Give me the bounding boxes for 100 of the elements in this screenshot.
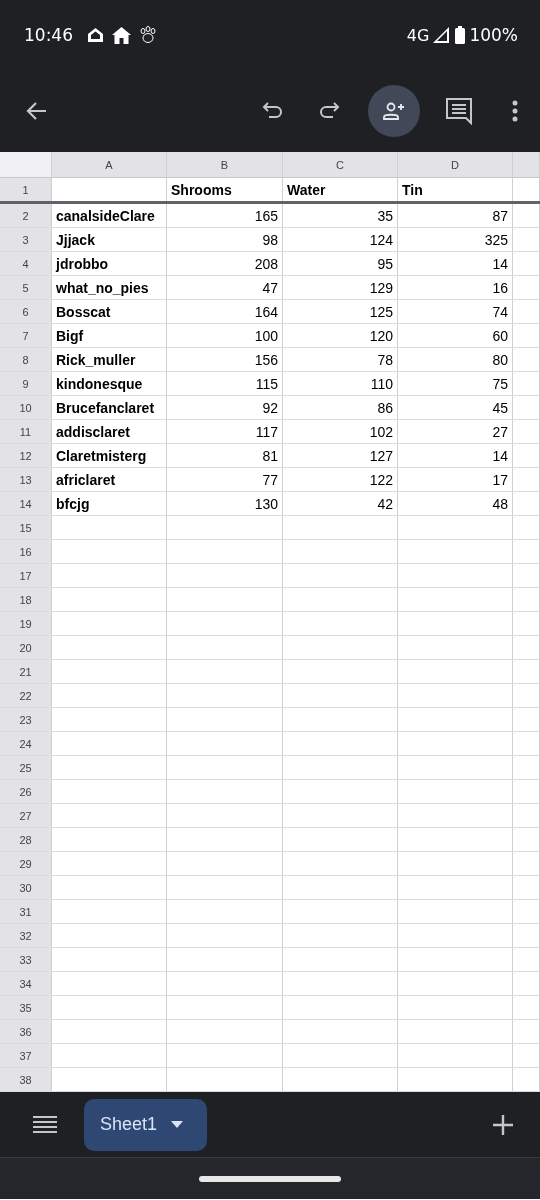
table-cell: Bigf: [52, 324, 167, 347]
row-header[interactable]: 33: [0, 948, 52, 971]
table-cell: 78: [283, 348, 398, 371]
row-header[interactable]: 10: [0, 396, 52, 419]
table-cell: 117: [167, 420, 283, 443]
row-header[interactable]: 17: [0, 564, 52, 587]
plus-icon: [492, 1113, 514, 1136]
battery-icon: [455, 26, 466, 44]
row-header[interactable]: 6: [0, 300, 52, 323]
table-cell: 48: [398, 492, 513, 515]
list-icon: [33, 1114, 57, 1135]
table-cell: kindonesque: [52, 372, 167, 395]
table-cell: Shrooms: [167, 178, 283, 201]
row-header[interactable]: 32: [0, 924, 52, 947]
row-header[interactable]: 13: [0, 468, 52, 491]
table-cell: 35: [283, 204, 398, 227]
row-header[interactable]: 15: [0, 516, 52, 539]
row-header[interactable]: 3: [0, 228, 52, 251]
table-cell: 165: [167, 204, 283, 227]
table-cell: jdrobbo: [52, 252, 167, 275]
row-header[interactable]: 31: [0, 900, 52, 923]
network-label: 4G: [406, 25, 430, 45]
row-header[interactable]: 12: [0, 444, 52, 467]
row-header[interactable]: 34: [0, 972, 52, 995]
table-cell: 125: [283, 300, 398, 323]
table-cell: Rick_muller: [52, 348, 167, 371]
table-cell: 14: [398, 444, 513, 467]
table-cell: 120: [283, 324, 398, 347]
add-person-icon: [382, 101, 406, 121]
column-header[interactable]: C: [283, 152, 398, 177]
table-cell: 129: [283, 276, 398, 299]
row-header[interactable]: 38: [0, 1068, 52, 1091]
row-header[interactable]: 22: [0, 684, 52, 707]
table-cell: Water: [283, 178, 398, 201]
row-header[interactable]: 26: [0, 780, 52, 803]
table-cell: 87: [398, 204, 513, 227]
row-header[interactable]: 16: [0, 540, 52, 563]
table-cell: 75: [398, 372, 513, 395]
row-header[interactable]: 29: [0, 852, 52, 875]
row-header[interactable]: 18: [0, 588, 52, 611]
row-header[interactable]: 23: [0, 708, 52, 731]
table-cell: bfcjg: [52, 492, 167, 515]
table-cell: 110: [283, 372, 398, 395]
row-header[interactable]: 35: [0, 996, 52, 1019]
table-cell: 42: [283, 492, 398, 515]
row-header[interactable]: 2: [0, 204, 52, 227]
table-cell: 27: [398, 420, 513, 443]
row-header[interactable]: 9: [0, 372, 52, 395]
table-cell: 45: [398, 396, 513, 419]
row-header[interactable]: 1: [0, 178, 52, 201]
row-header[interactable]: 7: [0, 324, 52, 347]
table-cell: Jjjack: [52, 228, 167, 251]
row-header[interactable]: 8: [0, 348, 52, 371]
paw-icon: [139, 26, 157, 44]
caret-icon: [171, 1121, 184, 1128]
table-cell: 208: [167, 252, 283, 275]
table-cell: 98: [167, 228, 283, 251]
table-cell: 74: [398, 300, 513, 323]
table-cell: canalsideClare: [52, 204, 167, 227]
row-header[interactable]: 24: [0, 732, 52, 755]
table-cell: 17: [398, 468, 513, 491]
home-indicator[interactable]: [199, 1175, 341, 1182]
row-header[interactable]: 30: [0, 876, 52, 899]
sheet-tab[interactable]: Sheet1: [84, 1098, 208, 1151]
row-header[interactable]: 11: [0, 420, 52, 443]
row-header[interactable]: 4: [0, 252, 52, 275]
row-header[interactable]: 25: [0, 756, 52, 779]
table-cell: 81: [167, 444, 283, 467]
table-cell: 86: [283, 396, 398, 419]
table-cell: 124: [283, 228, 398, 251]
row-header[interactable]: 36: [0, 1020, 52, 1043]
table-cell: 115: [167, 372, 283, 395]
row-header[interactable]: 21: [0, 660, 52, 683]
table-cell: 102: [283, 420, 398, 443]
table-cell: 95: [283, 252, 398, 275]
row-header[interactable]: 37: [0, 1044, 52, 1067]
house-icon: [112, 26, 131, 44]
row-header[interactable]: 20: [0, 636, 52, 659]
table-cell: Brucefanclaret: [52, 396, 167, 419]
row-header[interactable]: 14: [0, 492, 52, 515]
row-header[interactable]: 28: [0, 828, 52, 851]
column-header[interactable]: D: [398, 152, 513, 177]
table-cell: what_no_pies: [52, 276, 167, 299]
battery-percent: 100%: [469, 25, 518, 45]
table-cell: 77: [167, 468, 283, 491]
row-header[interactable]: 5: [0, 276, 52, 299]
table-cell: 325: [398, 228, 513, 251]
table-cell: 100: [167, 324, 283, 347]
comment-icon: [445, 97, 473, 125]
row-header[interactable]: 19: [0, 612, 52, 635]
table-cell: 14: [398, 252, 513, 275]
table-cell: 47: [167, 276, 283, 299]
share-button[interactable]: [368, 85, 420, 137]
table-cell: 122: [283, 468, 398, 491]
table-cell: 60: [398, 324, 513, 347]
column-header[interactable]: A: [52, 152, 167, 177]
column-header[interactable]: B: [167, 152, 283, 177]
table-cell: africlaret: [52, 468, 167, 491]
table-cell: 164: [167, 300, 283, 323]
row-header[interactable]: 27: [0, 804, 52, 827]
